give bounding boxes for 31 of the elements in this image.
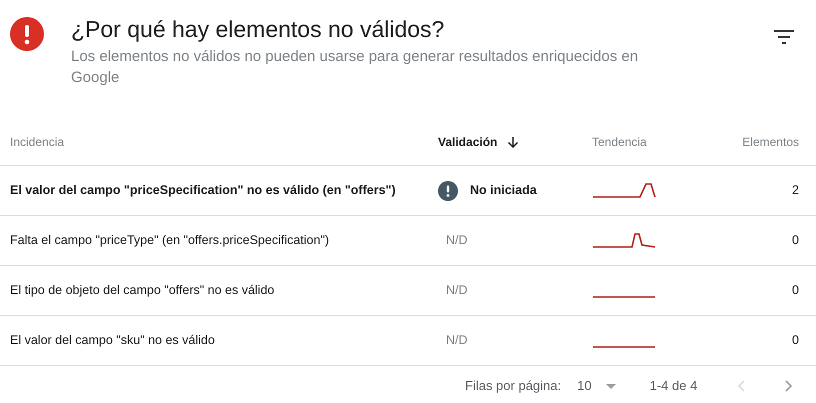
trend-sparkline [592, 232, 656, 249]
rows-per-page-label: Filas por página: [465, 377, 562, 396]
column-header[interactable]: Elementos [742, 132, 799, 150]
count-cell-text: 2 [792, 182, 799, 200]
section-title: ¿Por qué hay elementos no válidos? [71, 15, 446, 44]
count-cell-text: 0 [792, 282, 799, 300]
validation-status: N/D [445, 332, 468, 350]
alert-icon [438, 180, 458, 200]
count-cell-text: 0 [792, 332, 799, 350]
issue-cell[interactable]: El tipo de objeto del campo "offers" no es válido [10, 283, 274, 298]
column-header[interactable]: Tendencia [592, 132, 647, 150]
chevron-right-icon [785, 380, 794, 392]
column-header[interactable]: Validación [438, 132, 520, 150]
validation-status: N/D [445, 282, 468, 300]
page-range: 1-4 de 4 [650, 377, 698, 396]
error-icon [10, 17, 44, 51]
issue-cell[interactable]: Falta el campo "priceType" (en "offers.priceSpecification") [10, 233, 330, 248]
chevron-left-icon [737, 380, 746, 392]
trend-sparkline [592, 296, 656, 298]
caret-icon [606, 384, 616, 388]
issue-cell[interactable]: El valor del campo "sku" no es válido [10, 333, 215, 348]
validation-status: No iniciada [470, 182, 537, 200]
validation-status: N/D [445, 232, 468, 250]
count-cell-text: 0 [792, 232, 799, 250]
column-header[interactable]: Incidencia [10, 132, 64, 150]
trend-sparkline [592, 182, 656, 199]
issue-cell[interactable]: El valor del campo "priceSpecification" no es válido (en "offers") [10, 183, 396, 198]
section-description: Los elementos no válidos no pueden usarse para generar resultados enriquecidos en Google [71, 47, 640, 88]
rows-per-page-select[interactable]: 10 [577, 376, 616, 396]
sort-arrow-icon [507, 136, 520, 148]
trend-sparkline [592, 346, 656, 348]
